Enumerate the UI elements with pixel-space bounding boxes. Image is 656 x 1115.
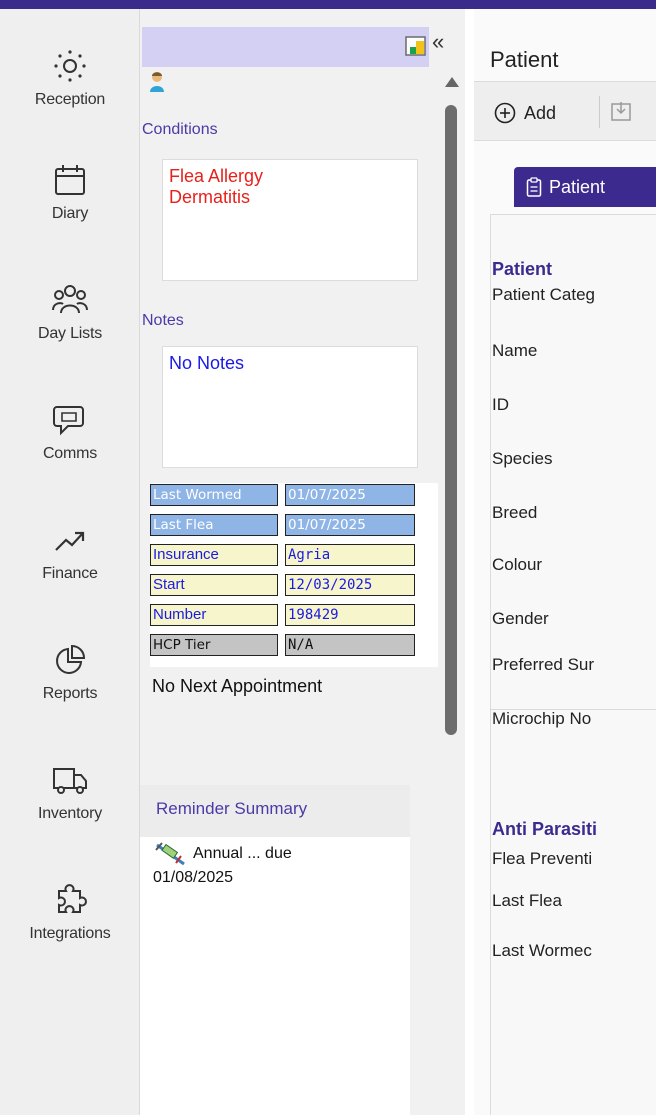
trend-icon: [55, 531, 85, 551]
nav-item-reports[interactable]: Reports: [0, 643, 140, 703]
info-key: Number: [150, 604, 278, 626]
page-title: Patient: [490, 47, 559, 72]
field-breed-label: Breed: [492, 503, 538, 522]
pie-chart-icon: [56, 644, 86, 674]
info-key: Start: [150, 574, 278, 596]
field-preferred-surgery-label: Preferred Sur: [492, 655, 595, 674]
info-key: HCP Tier: [150, 634, 278, 656]
field-species-label: Species: [492, 449, 553, 468]
next-appointment-text: No Next Appointment: [152, 676, 323, 696]
field-id-label: ID: [492, 395, 509, 414]
top-accent-bar: [0, 0, 656, 9]
info-value: 198429: [285, 604, 415, 626]
main-content: Patient Add Patient Patient Patient Cate…: [474, 9, 656, 1115]
reminder-summary-label: Reminder Summary: [156, 799, 308, 818]
nav-item-day-lists[interactable]: Day Lists: [0, 283, 140, 343]
nav-label: Comms: [42, 445, 98, 462]
nav-label: Finance: [42, 565, 98, 582]
nav-item-reception[interactable]: Reception: [0, 49, 140, 109]
people-icon: [52, 285, 88, 314]
reminder-summary-body: Annual ... due 01/08/2025: [140, 837, 410, 1115]
section-anti-parasitic-heading: Anti Parasiti: [492, 819, 598, 839]
nav-label: Diary: [51, 205, 89, 222]
chat-icon: [53, 406, 84, 436]
notes-text: No Notes: [169, 353, 245, 373]
info-value: 01/07/2025: [285, 514, 415, 536]
scroll-thumb[interactable]: [445, 105, 457, 735]
tab-patient[interactable]: Patient: [514, 167, 656, 207]
reception-icon: [54, 50, 86, 82]
scroll-up-arrow[interactable]: [445, 77, 459, 87]
nav-label: Reception: [34, 91, 106, 108]
field-flea-prevention-label: Flea Preventi: [492, 849, 593, 868]
field-gender-label: Gender: [492, 609, 549, 628]
toolbar: Add: [474, 81, 656, 141]
toolbar-separator: [599, 96, 600, 128]
info-value: N/A: [285, 634, 415, 656]
info-key: Last Wormed: [150, 484, 278, 506]
condition-line: Dermatitis: [169, 187, 251, 207]
nav-label: Inventory: [37, 805, 102, 822]
nav-item-comms[interactable]: Comms: [0, 403, 140, 463]
field-microchip-label: Microchip No: [492, 709, 592, 728]
syringe-icon: [155, 842, 185, 866]
field-patient-category-label: Patient Categ: [492, 285, 596, 304]
conditions-box: Flea Allergy Dermatitis: [162, 159, 418, 281]
patient-info-table: Last Wormed 01/07/2025 Last Flea 01/07/2…: [150, 483, 438, 667]
plus-circle-icon: [494, 102, 516, 124]
import-icon[interactable]: [610, 100, 632, 122]
info-value: Agria: [285, 544, 415, 566]
tab-label: Patient: [549, 176, 606, 197]
nav-label: Integrations: [29, 925, 111, 942]
info-value: 01/07/2025: [285, 484, 415, 506]
info-key: Insurance: [150, 544, 278, 566]
reminder-date: 01/08/2025: [153, 869, 234, 886]
panel-scrollbar[interactable]: [443, 77, 459, 737]
field-last-flea-label: Last Flea: [492, 891, 562, 910]
add-button[interactable]: Add: [494, 102, 556, 124]
section-patient-heading: Patient: [492, 259, 553, 279]
calendar-icon: [55, 165, 85, 195]
nav-label: Day Lists: [38, 325, 102, 342]
condition-line: Flea Allergy: [169, 166, 264, 186]
clipboard-icon: [526, 177, 542, 197]
field-colour-label: Colour: [492, 555, 543, 574]
nav-item-finance[interactable]: Finance: [0, 523, 140, 583]
collapse-panel-button[interactable]: «: [432, 29, 444, 55]
person-icon: [150, 72, 164, 92]
add-button-label: Add: [524, 102, 557, 123]
info-value: 12/03/2025: [285, 574, 415, 596]
nav-item-integrations[interactable]: Integrations: [0, 883, 140, 943]
panel-header: [142, 27, 429, 67]
truck-icon: [53, 768, 87, 794]
info-key: Last Flea: [150, 514, 278, 536]
reminder-text[interactable]: Annual ... due: [193, 845, 292, 863]
nav-label: Reports: [42, 685, 98, 702]
section-divider: [490, 709, 656, 710]
nav-item-diary[interactable]: Diary: [0, 163, 140, 223]
notes-box: No Notes: [162, 346, 418, 468]
conditions-label: Conditions: [142, 121, 218, 138]
nav-item-inventory[interactable]: Inventory: [0, 763, 140, 823]
pin-icon[interactable]: [404, 34, 428, 58]
field-name-label: Name: [492, 341, 538, 360]
reminder-summary-header: Reminder Summary: [140, 785, 410, 837]
field-last-wormed-label: Last Wormec: [492, 941, 592, 960]
notes-label: Notes: [142, 312, 184, 329]
puzzle-icon: [58, 884, 87, 913]
main-navigation: Reception Diary Day Lists Comms Finance …: [0, 9, 140, 1115]
patient-summary-panel: « Conditions Flea Allergy Dermatitis Not…: [140, 9, 465, 1115]
